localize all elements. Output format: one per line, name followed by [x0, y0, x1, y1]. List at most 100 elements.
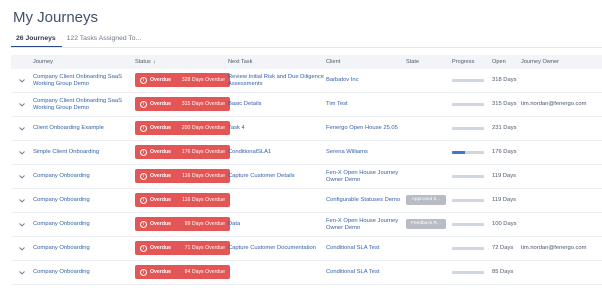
- table-row[interactable]: Company Onboarding ! Overdue 116 Days Ov…: [11, 189, 602, 213]
- status-badge: ! Overdue 315 Days Overdue: [135, 97, 230, 111]
- column-header-journey-owner[interactable]: Journey Owner: [521, 55, 559, 69]
- days-overdue: 200 Days Overdue: [181, 125, 225, 131]
- journey-owner: tim.riordan@fenergo.com: [521, 245, 587, 251]
- open-duration: 119 Days: [492, 197, 517, 203]
- journey-owner: tim.riordan@fenergo.com: [521, 101, 587, 107]
- days-overdue: 116 Days Overdue: [182, 173, 225, 179]
- next-task-link[interactable]: ConditionalSLA1: [228, 141, 324, 164]
- next-task-link[interactable]: Data: [228, 213, 324, 236]
- expand-chevron-icon[interactable]: [19, 165, 25, 188]
- table-row[interactable]: Client Onboarding Example ! Overdue 200 …: [11, 117, 602, 141]
- journey-tabs: 26 Journeys 122 Tasks Assigned To...: [11, 34, 148, 48]
- client-link[interactable]: Conditional SLA Test: [326, 237, 404, 260]
- open-duration: 318 Days: [492, 77, 517, 83]
- progress-fill: [452, 151, 465, 154]
- alert-icon: !: [140, 148, 147, 156]
- client-link[interactable]: Conditional SLA Test: [326, 261, 404, 284]
- next-task-link[interactable]: Capture Customer Details: [228, 165, 324, 188]
- open-duration: 315 Days: [492, 101, 517, 107]
- expand-chevron-icon[interactable]: [19, 69, 25, 92]
- days-overdue: 116 Days Overdue: [182, 197, 225, 203]
- status-badge: ! Overdue 328 Days Overdue: [135, 73, 230, 87]
- journey-link[interactable]: Client Onboarding Example: [33, 117, 131, 140]
- table-row[interactable]: Company Client Onboarding SaaS Working Gr…: [11, 93, 602, 117]
- status-badge: ! Overdue 176 Days Overdue: [135, 145, 230, 159]
- table-row[interactable]: Company Client Onboarding SaaS Working Gr…: [11, 69, 602, 93]
- days-overdue: 99 Days Overdue: [184, 221, 225, 227]
- journey-link[interactable]: Company Onboarding: [33, 261, 131, 284]
- client-link[interactable]: Fenergo Open House 25.05: [326, 117, 404, 140]
- journey-owner: [521, 189, 601, 212]
- status-badge: ! Overdue 116 Days Overdue: [135, 169, 230, 183]
- progress-bar: [452, 79, 484, 82]
- client-link[interactable]: Serena Williams: [326, 141, 404, 164]
- progress-bar: [452, 199, 484, 202]
- expand-chevron-icon[interactable]: [19, 213, 25, 236]
- column-header-state[interactable]: State: [406, 55, 419, 69]
- table-row[interactable]: Company Onboarding ! Overdue 71 Days Ove…: [11, 237, 602, 261]
- expand-chevron-icon[interactable]: [19, 93, 25, 116]
- journey-link[interactable]: Company Onboarding: [33, 213, 131, 236]
- open-duration: 231 Days: [492, 125, 517, 131]
- tabs-divider: [11, 47, 602, 48]
- tab-tasks-assigned[interactable]: 122 Tasks Assigned To...: [62, 34, 148, 46]
- client-link[interactable]: Fen-X Open House Journey Owner Demo: [326, 165, 404, 188]
- alert-icon: !: [140, 244, 147, 252]
- open-duration: 85 Days: [492, 269, 514, 275]
- table-row[interactable]: Company Onboarding ! Overdue 84 Days Ove…: [11, 261, 602, 285]
- column-header-progress[interactable]: Progress: [452, 55, 474, 69]
- column-header-next-task[interactable]: Next Task: [228, 55, 252, 69]
- column-header-open[interactable]: Open: [492, 55, 506, 69]
- journey-link[interactable]: Company Client Onboarding SaaS Working Gr…: [33, 93, 131, 116]
- expand-chevron-icon[interactable]: [19, 237, 25, 260]
- column-header-journey[interactable]: Journey: [33, 55, 53, 69]
- next-task-link[interactable]: Task 4: [228, 117, 324, 140]
- progress-bar: [452, 271, 484, 274]
- table-header: Journey Status ↓ Next Task Client State P…: [11, 55, 602, 69]
- journey-owner: [521, 141, 601, 164]
- sort-down-icon: ↓: [152, 59, 156, 65]
- alert-icon: !: [140, 268, 147, 276]
- column-header-client[interactable]: Client: [326, 55, 340, 69]
- expand-chevron-icon[interactable]: [19, 189, 25, 212]
- column-header-status[interactable]: Status ↓: [135, 55, 156, 69]
- days-overdue: 176 Days Overdue: [181, 149, 225, 155]
- client-link[interactable]: Tim Test: [326, 93, 404, 116]
- status-badge: ! Overdue 99 Days Overdue: [135, 217, 230, 231]
- next-task-link[interactable]: Basic Details: [228, 93, 324, 116]
- table-row[interactable]: Simple Client Onboarding ! Overdue 176 D…: [11, 141, 602, 165]
- open-duration: 119 Days: [492, 173, 517, 179]
- journey-link[interactable]: Company Onboarding: [33, 165, 131, 188]
- tab-journeys[interactable]: 26 Journeys: [11, 34, 62, 48]
- journey-link[interactable]: Simple Client Onboarding: [33, 141, 131, 164]
- journey-owner: [521, 69, 601, 92]
- table-row[interactable]: Company Onboarding ! Overdue 116 Days Ov…: [11, 165, 602, 189]
- status-label: Overdue: [150, 197, 172, 203]
- open-duration: 176 Days: [492, 149, 517, 155]
- days-overdue: 84 Days Overdue: [184, 269, 225, 275]
- next-task-link[interactable]: [228, 261, 324, 284]
- next-task-link[interactable]: [228, 189, 324, 212]
- next-task-link[interactable]: Review Initial Risk and Due Diligence Ass…: [228, 69, 324, 92]
- journey-link[interactable]: Company Client Onboarding SaaS Working Gr…: [33, 69, 131, 92]
- journey-link[interactable]: Company Onboarding: [33, 237, 131, 260]
- progress-bar: [452, 127, 484, 130]
- client-link[interactable]: Configurable Statuses Demo: [326, 189, 404, 212]
- journey-owner: [521, 213, 601, 236]
- journeys-table: Journey Status ↓ Next Task Client State P…: [11, 55, 602, 285]
- expand-chevron-icon[interactable]: [19, 141, 25, 164]
- days-overdue: 328 Days Overdue: [181, 77, 225, 83]
- client-link[interactable]: Barbatov Inc: [326, 69, 404, 92]
- status-badge: ! Overdue 116 Days Overdue: [135, 193, 230, 207]
- table-row[interactable]: Company Onboarding ! Overdue 99 Days Ove…: [11, 213, 602, 237]
- expand-chevron-icon[interactable]: [19, 261, 25, 284]
- status-label: Overdue: [150, 221, 172, 227]
- progress-bar: [452, 103, 484, 106]
- journey-owner: [521, 117, 601, 140]
- page-title: My Journeys: [13, 9, 99, 26]
- expand-chevron-icon[interactable]: [19, 117, 25, 140]
- next-task-link[interactable]: Capture Customer Documentation: [228, 237, 324, 260]
- table-body: Company Client Onboarding SaaS Working Gr…: [11, 69, 602, 285]
- journey-link[interactable]: Company Onboarding: [33, 189, 131, 212]
- client-link[interactable]: Fen-X Open House Journey Owner Demo: [326, 213, 404, 236]
